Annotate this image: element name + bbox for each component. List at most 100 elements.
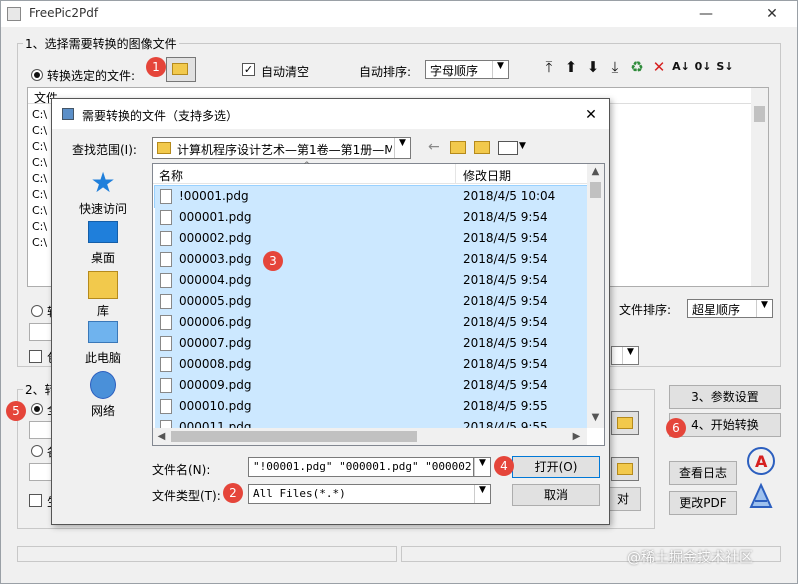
place-quick-access[interactable]: ★ 快速访问 — [66, 169, 140, 217]
list-scrollbar[interactable] — [751, 88, 768, 286]
file-name: 000004.pdg — [179, 273, 252, 287]
file-name: 000003.pdg — [179, 252, 252, 266]
open-button[interactable]: 打开(O) — [512, 456, 600, 478]
computer-icon — [88, 321, 118, 343]
cancel-button[interactable]: 取消 — [512, 484, 600, 506]
scroll-up-arrow[interactable]: ▲ — [587, 166, 604, 177]
sort-up-icon: ^ — [303, 161, 311, 171]
horizontal-scrollbar[interactable]: ◀ ▶ — [153, 428, 587, 445]
group1-title: 1、选择需要转换的图像文件 — [23, 35, 179, 52]
file-icon — [160, 189, 172, 204]
recycle-delete-icon[interactable]: ♻ — [627, 57, 647, 77]
dialog-close-button[interactable]: ✕ — [580, 105, 602, 125]
minimize-button[interactable]: — — [691, 4, 721, 24]
pdf-tool-icon[interactable]: A — [745, 445, 777, 477]
table-row[interactable]: 000010.pdg 2018/4/5 9:55 — [155, 396, 587, 417]
title-bar: FreePic2Pdf — ✕ — [1, 1, 797, 27]
scroll-thumb[interactable] — [590, 182, 601, 198]
sort-09-icon[interactable]: 0↓ — [693, 57, 713, 77]
place-network[interactable]: 网络 — [66, 371, 140, 419]
table-row[interactable]: !00001.pdg 2018/4/5 10:04 — [154, 185, 588, 208]
filetype-select[interactable]: All Files(*.*) ▼ — [248, 484, 491, 504]
subfolder-select[interactable]: ▼ — [611, 346, 639, 365]
radio-folder[interactable] — [31, 305, 43, 317]
column-name[interactable]: 名称 — [159, 167, 183, 184]
arrow-bottom-icon[interactable]: ⤓ — [605, 57, 625, 77]
column-divider[interactable] — [455, 164, 456, 184]
chevron-down-icon: ▼ — [622, 347, 638, 364]
file-name: 000008.pdg — [179, 357, 252, 371]
table-row[interactable]: 000007.pdg 2018/4/5 9:54 — [155, 333, 587, 354]
look-in-value: 计算机程序设计艺术—第1卷—第1册—MM — [177, 143, 392, 157]
params-button[interactable]: 3、参数设置 — [669, 385, 781, 409]
file-list-header: 名称 ^ 修改日期 — [153, 161, 587, 184]
scroll-down-arrow[interactable]: ▼ — [587, 412, 604, 423]
vertical-scrollbar[interactable]: ▲ ▼ — [587, 164, 604, 428]
filename-input[interactable]: "!00001.pdg" "000001.pdg" "000002.pdg" — [248, 457, 474, 477]
file-name: 000005.pdg — [179, 294, 252, 308]
file-date: 2018/4/5 9:55 — [463, 399, 548, 413]
back-arrow-icon[interactable]: ← — [428, 139, 440, 155]
table-row[interactable]: 000008.pdg 2018/4/5 9:54 — [155, 354, 587, 375]
scroll-right-arrow[interactable]: ▶ — [568, 431, 585, 442]
app-icon — [7, 7, 21, 21]
new-folder-icon[interactable] — [474, 141, 490, 154]
file-name: 000009.pdg — [179, 378, 252, 392]
file-name: 000006.pdg — [179, 315, 252, 329]
dialog-file-list[interactable]: 名称 ^ 修改日期 !00001.pdg 2018/4/5 10:04 000001… — [152, 161, 605, 446]
place-this-pc[interactable]: 此电脑 — [66, 321, 140, 366]
arrow-up-icon[interactable]: ⬆ — [561, 57, 581, 77]
sort-ss-icon[interactable]: S↓ — [715, 57, 735, 77]
badge-1: 1 — [146, 57, 166, 77]
folder-icon — [157, 142, 171, 154]
pdf-edit-icon[interactable] — [745, 481, 777, 513]
table-row[interactable]: 000005.pdg 2018/4/5 9:54 — [155, 291, 587, 312]
radio-all[interactable] — [31, 403, 43, 415]
include-subfolders-checkbox[interactable] — [29, 350, 42, 363]
radio-each[interactable] — [31, 445, 43, 457]
arrow-top-icon[interactable]: ⤒ — [539, 57, 559, 77]
badge-2: 2 — [223, 483, 243, 503]
list-item: C:\ — [32, 188, 48, 201]
view-menu-icon[interactable] — [498, 141, 518, 155]
table-row[interactable]: 000006.pdg 2018/4/5 9:54 — [155, 312, 587, 333]
table-row[interactable]: 000002.pdg 2018/4/5 9:54 — [155, 228, 587, 249]
place-libraries[interactable]: 库 — [66, 271, 140, 319]
auto-sort-select[interactable]: 字母顺序 ▼ — [425, 60, 509, 79]
change-pdf-button[interactable]: 更改PDF — [669, 491, 737, 515]
file-date: 2018/4/5 9:54 — [463, 378, 548, 392]
radio-selected-files[interactable] — [31, 69, 43, 81]
red-x-icon[interactable]: ✕ — [649, 57, 669, 77]
table-row[interactable]: 000009.pdg 2018/4/5 9:54 — [155, 375, 587, 396]
look-in-select[interactable]: 计算机程序设计艺术—第1卷—第1册—MM ▼ — [152, 137, 411, 159]
file-name: 000002.pdg — [179, 231, 252, 245]
up-folder-icon[interactable] — [450, 141, 466, 154]
compare-button[interactable]: 对 — [605, 487, 641, 511]
filename-dropdown[interactable]: ▼ — [474, 457, 491, 477]
file-sort-select[interactable]: 超星顺序 ▼ — [687, 299, 773, 318]
place-libraries-label: 库 — [96, 304, 109, 318]
scroll-thumb[interactable] — [754, 106, 765, 122]
library-icon — [88, 271, 118, 299]
desktop-icon — [88, 221, 118, 243]
arrow-down-icon[interactable]: ⬇ — [583, 57, 603, 77]
close-button[interactable]: ✕ — [757, 4, 787, 24]
browse-files-button[interactable] — [166, 57, 196, 82]
table-row[interactable]: 000004.pdg 2018/4/5 9:54 — [155, 270, 587, 291]
auto-clear-checkbox[interactable]: ✓ — [242, 63, 255, 76]
place-desktop[interactable]: 桌面 — [66, 221, 140, 266]
table-row[interactable]: 000001.pdg 2018/4/5 9:54 — [155, 207, 587, 228]
auto-sort-label: 自动排序: — [359, 65, 412, 79]
chevron-down-icon[interactable]: ▼ — [519, 141, 526, 151]
view-log-button[interactable]: 查看日志 — [669, 461, 737, 485]
file-icon — [160, 273, 172, 288]
generate-checkbox[interactable] — [29, 494, 42, 507]
output-browse-button[interactable] — [611, 411, 639, 435]
each-browse-button[interactable] — [611, 457, 639, 481]
table-row[interactable]: 000003.pdg 2018/4/5 9:54 — [155, 249, 587, 270]
column-modified[interactable]: 修改日期 — [463, 167, 511, 184]
hscroll-thumb[interactable] — [171, 431, 417, 442]
sort-az-icon[interactable]: A↓ — [671, 57, 691, 77]
scroll-left-arrow[interactable]: ◀ — [153, 431, 170, 442]
list-item: C:\ — [32, 124, 48, 137]
